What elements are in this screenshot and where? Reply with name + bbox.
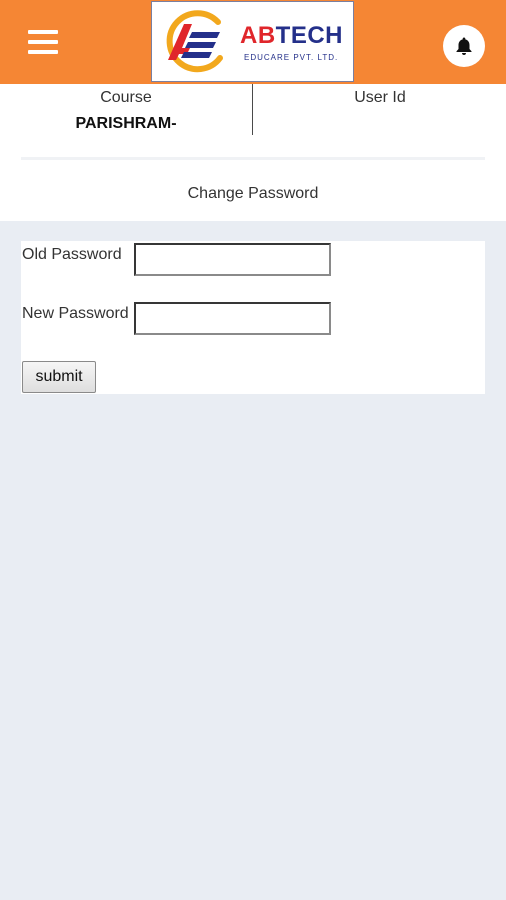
course-label: Course	[100, 89, 152, 106]
new-password-field[interactable]	[134, 302, 331, 335]
page-title: Change Password	[187, 185, 319, 202]
logo-emblem-icon	[166, 10, 223, 73]
section-divider	[21, 157, 485, 160]
course-value: PARISHRAM-	[75, 115, 177, 132]
hamburger-menu-icon[interactable]	[28, 30, 58, 54]
profile-info-panel: Course PARISHRAM- User Id Change Passwor…	[0, 84, 506, 221]
user-id-column: User Id	[254, 84, 506, 115]
change-password-form: Old Password New Password submit	[21, 241, 485, 394]
company-logo: ABTECH EDUCARE PVT. LTD.	[151, 1, 354, 82]
notification-button[interactable]	[443, 25, 485, 67]
old-password-label: Old Password	[22, 246, 122, 263]
logo-tagline: EDUCARE PVT. LTD.	[244, 53, 339, 62]
old-password-field[interactable]	[134, 243, 331, 276]
user-id-label: User Id	[354, 89, 406, 106]
column-divider	[252, 84, 253, 135]
submit-button[interactable]: submit	[22, 361, 96, 393]
course-column: Course PARISHRAM-	[0, 84, 252, 133]
logo-wordmark: ABTECH	[240, 22, 344, 49]
new-password-label: New Password	[22, 305, 129, 322]
app-header: ABTECH EDUCARE PVT. LTD.	[0, 0, 506, 84]
bell-icon	[456, 37, 472, 55]
